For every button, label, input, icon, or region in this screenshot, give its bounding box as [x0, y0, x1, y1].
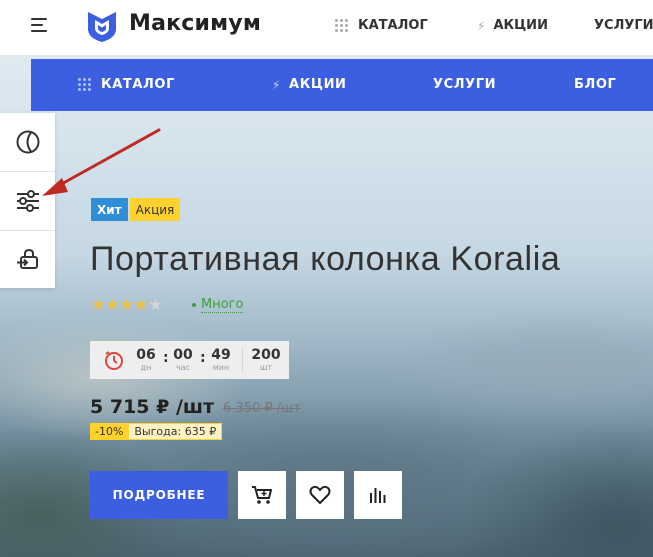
star-empty-icon: ★: [148, 295, 163, 314]
menu-item-services[interactable]: УСЛУГИ: [433, 77, 496, 92]
bolt-icon: ⚡: [477, 18, 486, 33]
cart-icon: [252, 486, 272, 504]
header-nav-label: КАТАЛОГ: [358, 18, 428, 33]
menu-burger-icon[interactable]: [31, 17, 49, 33]
timer-separator: :: [200, 350, 206, 366]
theme-toggle-icon: [16, 130, 39, 154]
menu-item-catalog[interactable]: КАТАЛОГ: [78, 77, 175, 92]
main-menu-bar: КАТАЛОГ ⚡ АКЦИИ УСЛУГИ БЛОГ: [31, 59, 653, 111]
theme-toggle-button[interactable]: [0, 113, 55, 171]
settings-sliders-icon: [16, 189, 39, 212]
timer-quantity: 200 шт: [250, 347, 282, 373]
timer-hours-label: час: [175, 363, 191, 372]
menu-item-sales[interactable]: ⚡ АКЦИИ: [272, 77, 347, 92]
star-icon: ★: [91, 295, 106, 314]
countdown-timer: 06 дн : 00 час : 49 мин 200 шт: [90, 341, 289, 379]
discount-percent: -10%: [90, 423, 129, 440]
grid-icon: [335, 19, 348, 32]
discount-info: -10% Выгода: 635 ₽: [90, 423, 223, 440]
bolt-icon: ⚡: [272, 77, 282, 92]
timer-days-label: дн: [140, 363, 152, 372]
product-title: Портативная колонка Koralia: [90, 240, 561, 278]
clock-icon: [105, 351, 123, 370]
header-nav-services[interactable]: УСЛУГИ: [594, 18, 653, 33]
star-icon: ★: [119, 295, 135, 314]
timer-minutes: 49 мин: [208, 347, 234, 373]
timer-hours-value: 00: [173, 347, 193, 363]
timer-minutes-value: 49: [211, 347, 231, 363]
site-header: Максимум КАТАЛОГ ⚡ АКЦИИ УСЛУГИ: [0, 0, 653, 56]
header-nav-catalog[interactable]: КАТАЛОГ: [335, 18, 428, 33]
timer-quantity-label: шт: [260, 363, 272, 372]
hit-badge: Хит: [91, 198, 128, 221]
stock-label: Много: [201, 297, 244, 313]
add-to-cart-button[interactable]: [238, 471, 286, 519]
header-nav-label: УСЛУГИ: [594, 18, 653, 33]
timer-days: 06 дн: [134, 347, 158, 373]
heart-icon: [309, 485, 331, 504]
star-icon: ★: [105, 295, 120, 314]
product-badges: Хит Акция: [91, 198, 181, 221]
menu-item-label: КАТАЛОГ: [101, 77, 175, 92]
header-nav-label: АКЦИИ: [493, 18, 548, 33]
login-icon: [16, 248, 38, 269]
menu-item-label: АКЦИИ: [289, 77, 347, 92]
discount-savings: Выгода: 635 ₽: [128, 423, 223, 440]
sale-badge: Акция: [129, 198, 181, 221]
brand-name[interactable]: Максимум: [129, 11, 261, 36]
current-price: 5 715 ₽ /шт: [90, 396, 215, 418]
menu-item-label: УСЛУГИ: [433, 77, 497, 92]
menu-item-label: БЛОГ: [574, 77, 617, 92]
header-nav-sales[interactable]: ⚡ АКЦИИ: [477, 18, 548, 33]
timer-quantity-value: 200: [251, 347, 281, 363]
side-panel: [0, 113, 55, 288]
grid-icon: [78, 78, 91, 91]
timer-days-value: 06: [136, 347, 156, 363]
more-details-button[interactable]: ПОДРОБНЕЕ: [90, 471, 228, 519]
timer-minutes-label: мин: [212, 363, 230, 372]
timer-hours: 00 час: [171, 347, 195, 373]
settings-button[interactable]: [0, 171, 55, 229]
logo-icon[interactable]: [86, 9, 118, 43]
star-icon: ★: [134, 295, 149, 314]
rating-stars: ★★★★★: [91, 295, 163, 314]
timer-separator: :: [163, 350, 169, 366]
stock-status[interactable]: Много: [192, 297, 244, 313]
add-to-favorites-button[interactable]: [296, 471, 344, 519]
compare-button[interactable]: [354, 471, 402, 519]
compare-chart-icon: [370, 488, 386, 503]
stock-dot-icon: [192, 303, 196, 307]
login-button[interactable]: [0, 230, 55, 288]
menu-item-blog[interactable]: БЛОГ: [574, 77, 616, 92]
old-price: 6 350 ₽ /шт: [223, 401, 301, 416]
timer-divider: [242, 347, 243, 373]
